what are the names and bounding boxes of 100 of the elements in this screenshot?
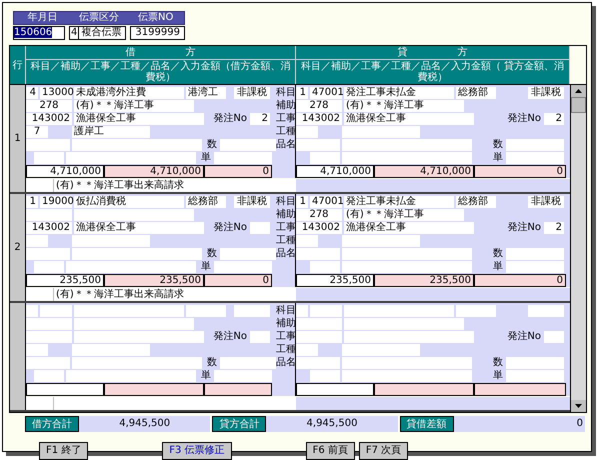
input-field[interactable] [26, 248, 70, 260]
memo-code-field[interactable] [26, 397, 54, 410]
input-field[interactable] [34, 152, 64, 164]
input-field[interactable] [72, 248, 202, 260]
project-field[interactable] [344, 331, 474, 343]
input-amount-field[interactable]: 235,500 [104, 274, 204, 287]
tax-amount-field[interactable]: 0 [474, 165, 566, 178]
seq-field[interactable]: 1 [296, 196, 308, 208]
amount-field[interactable] [296, 383, 374, 396]
input-amount-field[interactable] [104, 383, 204, 396]
project-code-field[interactable]: 143002 [296, 222, 342, 234]
input-field[interactable] [506, 261, 564, 273]
project-field[interactable] [74, 331, 204, 343]
order-no-field[interactable]: 2 [250, 113, 270, 125]
sub-name-field[interactable]: (有)＊＊海洋工事 [344, 209, 464, 221]
project-code-field[interactable]: 143002 [26, 222, 72, 234]
sub-code-field[interactable] [26, 209, 72, 221]
account-field[interactable]: 発注工事未払金 [344, 196, 454, 208]
input-field[interactable] [34, 370, 64, 382]
input-field[interactable] [214, 152, 272, 164]
project-field[interactable]: 漁港保全工事 [74, 113, 204, 125]
input-field[interactable] [506, 248, 564, 260]
input-field[interactable] [310, 261, 340, 273]
seq-field[interactable]: 4 [26, 87, 38, 99]
order-no-field[interactable] [250, 222, 270, 234]
date-field[interactable]: 150606 [13, 26, 65, 40]
amount-field[interactable]: 4,710,000 [296, 165, 374, 178]
account-code-field[interactable]: 19000 [40, 196, 72, 208]
seq-field[interactable]: 1 [296, 87, 308, 99]
account-field[interactable]: 未成港湾外注費 [74, 87, 184, 99]
work-field[interactable] [342, 126, 420, 138]
work-code-field[interactable] [26, 235, 48, 247]
account-field[interactable]: 発注工事未払金 [344, 87, 454, 99]
order-no-field[interactable] [544, 331, 564, 343]
work-code-field[interactable] [26, 344, 48, 356]
work-code-field[interactable] [296, 126, 318, 138]
project-code-field[interactable] [26, 331, 72, 343]
dept-field[interactable]: 総務部 [186, 196, 226, 208]
input-field[interactable] [220, 139, 278, 151]
dept-field[interactable]: 港湾工 [186, 87, 226, 99]
memo-field[interactable]: (有)＊＊海洋工事出来高請求 [54, 179, 296, 192]
work-code-field[interactable]: 7 [26, 126, 48, 138]
tax-field[interactable]: 非課税 [528, 87, 564, 99]
dept-field[interactable]: 総務部 [456, 87, 496, 99]
input-amount-field[interactable]: 235,500 [374, 274, 474, 287]
input-field[interactable] [26, 139, 70, 151]
work-field[interactable] [342, 344, 420, 356]
sub-name-field[interactable] [74, 209, 194, 221]
seq-field[interactable]: 1 [26, 196, 38, 208]
work-field[interactable] [72, 344, 150, 356]
input-field[interactable] [342, 152, 472, 164]
input-amount-field[interactable]: 4,710,000 [374, 165, 474, 178]
project-code-field[interactable] [296, 331, 342, 343]
input-field[interactable] [66, 370, 196, 382]
slip-no-field[interactable]: 3199999 [130, 26, 185, 40]
memo-code-field[interactable] [26, 288, 54, 301]
input-field[interactable] [342, 370, 472, 382]
work-code-field[interactable] [296, 344, 318, 356]
account-code-field[interactable]: 47001 [310, 196, 342, 208]
work-field[interactable]: 護岸工 [72, 126, 150, 138]
tax-field[interactable]: 非課税 [528, 196, 564, 208]
sub-name-field[interactable]: (有)＊＊海洋工事 [74, 100, 194, 112]
order-no-field[interactable]: 2 [544, 222, 564, 234]
input-field[interactable] [220, 357, 278, 369]
account-field[interactable]: 仮払消費税 [74, 196, 184, 208]
input-field[interactable] [506, 370, 564, 382]
input-amount-field[interactable]: 4,710,000 [104, 165, 204, 178]
work-field[interactable] [342, 235, 420, 247]
sub-code-field[interactable] [26, 318, 72, 330]
input-field[interactable] [342, 261, 472, 273]
sub-name-field[interactable]: (有)＊＊海洋工事 [344, 100, 464, 112]
account-code-field[interactable] [310, 305, 342, 317]
scroll-down-icon[interactable] [571, 400, 586, 412]
seq-field[interactable] [296, 305, 308, 317]
tax-field[interactable] [234, 305, 270, 317]
project-code-field[interactable]: 143002 [26, 113, 72, 125]
input-field[interactable] [214, 370, 272, 382]
input-field[interactable] [342, 139, 472, 151]
input-field[interactable] [506, 139, 564, 151]
tax-amount-field[interactable]: 0 [204, 274, 272, 287]
scroll-up-icon[interactable] [571, 85, 586, 97]
tax-amount-field[interactable] [474, 383, 566, 396]
input-field[interactable] [310, 370, 340, 382]
input-field[interactable] [296, 248, 340, 260]
tax-field[interactable]: 非課税 [234, 87, 270, 99]
amount-field[interactable]: 235,500 [26, 274, 104, 287]
account-code-field[interactable]: 13000 [40, 87, 72, 99]
input-field[interactable] [296, 357, 340, 369]
tax-amount-field[interactable]: 0 [204, 165, 272, 178]
function-button[interactable]: F7 次頁 [358, 442, 408, 460]
sub-code-field[interactable]: 278 [296, 100, 342, 112]
tax-amount-field[interactable]: 0 [474, 274, 566, 287]
scroll-thumb[interactable] [571, 97, 586, 113]
input-field[interactable] [72, 139, 202, 151]
input-field[interactable] [506, 357, 564, 369]
input-field[interactable] [66, 152, 196, 164]
input-field[interactable] [310, 152, 340, 164]
amount-field[interactable] [26, 383, 104, 396]
function-button[interactable]: F6 前頁 [306, 442, 355, 460]
amount-field[interactable]: 235,500 [296, 274, 374, 287]
